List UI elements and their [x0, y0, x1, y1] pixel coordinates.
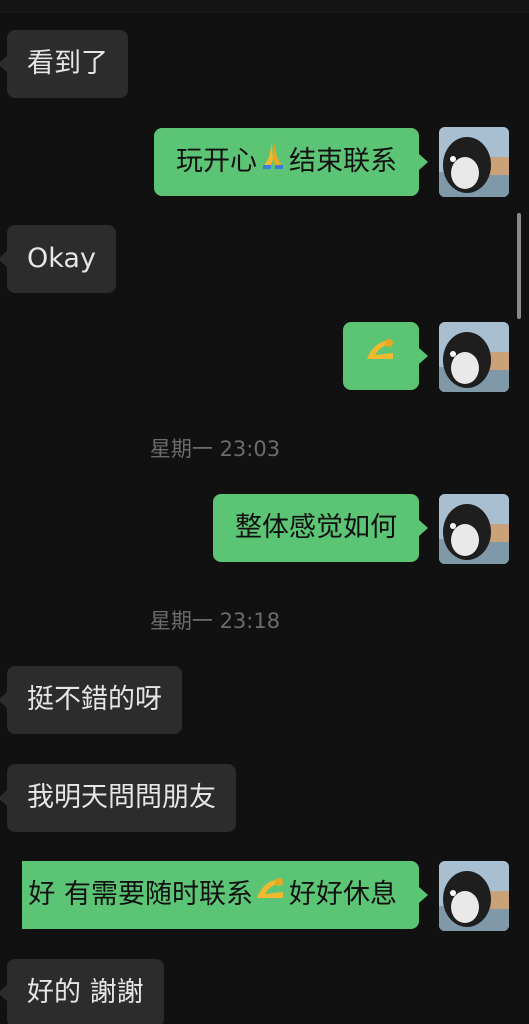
timestamp: 星期一 23:18 [149, 609, 281, 633]
message-text: 整体感觉如何 [235, 512, 397, 543]
message-bubble-outgoing[interactable]: 好 有需要随时联系 好好休息 [22, 861, 419, 929]
message-bubble-incoming[interactable]: 我明天問問朋友 [7, 764, 236, 832]
bubble-tail [0, 985, 7, 1001]
message-text: 结束联系 [289, 146, 397, 177]
timestamp: 星期一 23:03 [149, 437, 281, 461]
message-bubble-incoming[interactable]: 看到了 [7, 30, 128, 98]
bubble-tail [0, 790, 7, 806]
message-bubble-outgoing[interactable]: 整体感觉如何 [213, 494, 419, 562]
penguin-avatar[interactable] [439, 861, 509, 931]
penguin-avatar[interactable] [439, 322, 509, 392]
message-bubble-incoming[interactable]: 好的 謝謝 [7, 959, 164, 1024]
message-text: 看到了 [27, 48, 108, 79]
message-text: 好 有需要随时联系 [28, 879, 253, 910]
bubble-tail [419, 520, 428, 536]
message-text: 我明天問問朋友 [27, 782, 216, 813]
top-bar-edge [0, 0, 529, 13]
message-bubble-outgoing[interactable]: 玩开心 结束联系 [154, 128, 419, 196]
bubble-tail [0, 56, 7, 72]
message-text: 玩开心 [176, 146, 257, 177]
folded-hands-icon [257, 129, 289, 197]
bubble-tail [0, 692, 7, 708]
scrollbar[interactable] [517, 213, 521, 319]
penguin-avatar[interactable] [439, 494, 509, 564]
message-text: 好好休息 [289, 879, 397, 910]
message-text: 好的 謝謝 [27, 977, 144, 1008]
bubble-tail [0, 251, 7, 267]
message-bubble-outgoing[interactable] [343, 322, 419, 390]
message-text: 挺不錯的呀 [27, 684, 162, 715]
bubble-tail [419, 887, 428, 903]
chat-window: 看到了 玩开心 结束联系 Okay 星期一 23:03 整体感觉如何 星期一 2… [0, 0, 529, 1024]
pinching-hand-icon [363, 323, 399, 391]
bubble-tail [419, 154, 428, 170]
penguin-avatar[interactable] [439, 127, 509, 197]
pinching-hand-icon [253, 862, 289, 930]
message-text: Okay [27, 243, 96, 274]
bubble-tail [419, 348, 428, 364]
message-bubble-incoming[interactable]: Okay [7, 225, 116, 293]
message-bubble-incoming[interactable]: 挺不錯的呀 [7, 666, 182, 734]
